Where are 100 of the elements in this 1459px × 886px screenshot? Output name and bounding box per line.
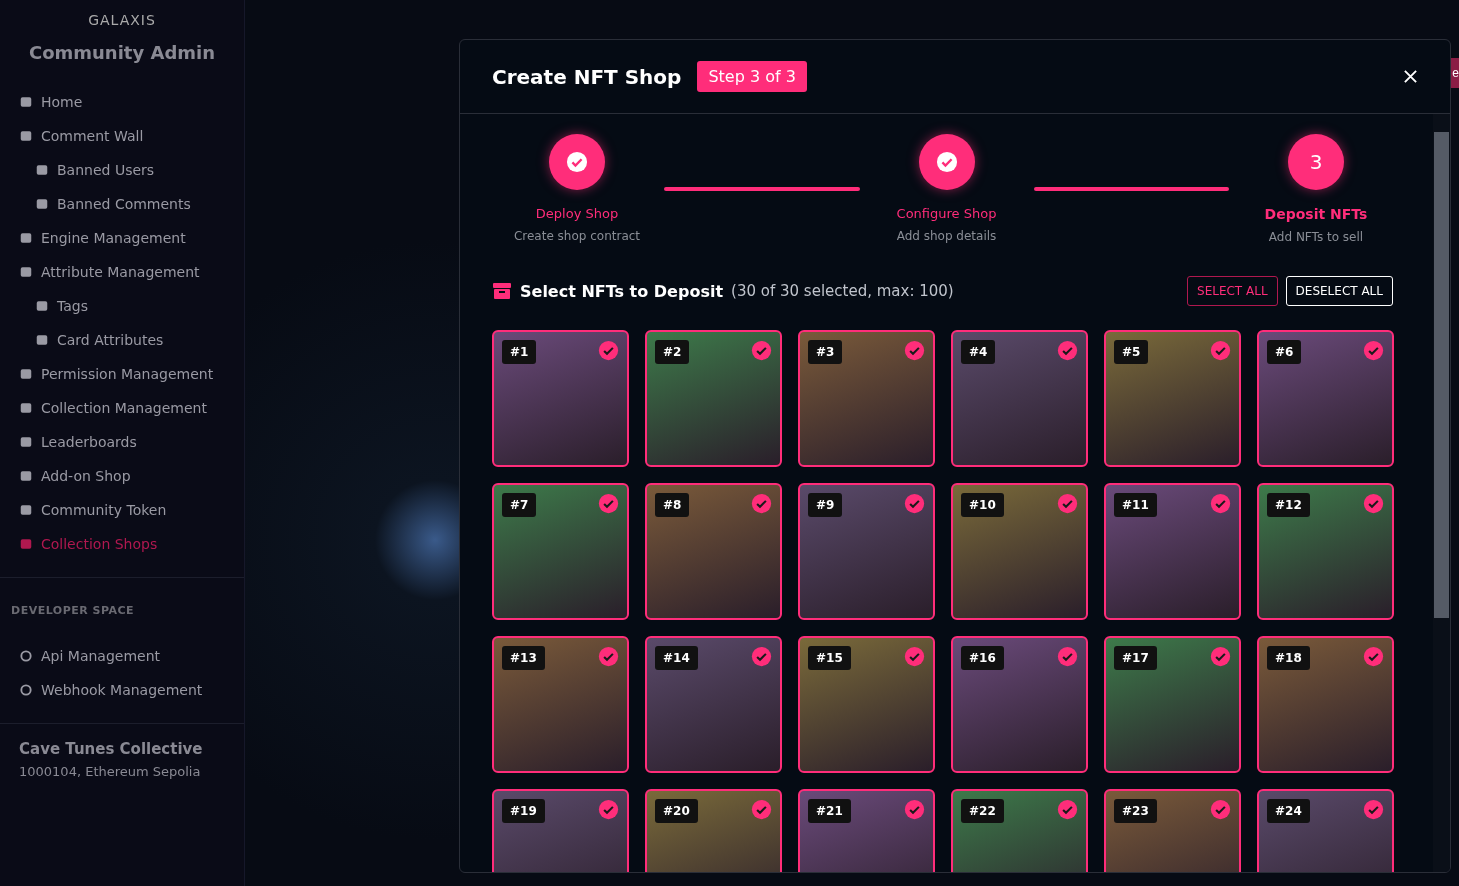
- nft-card[interactable]: #18: [1257, 636, 1394, 773]
- nav-item[interactable]: Collection Management: [19, 391, 207, 425]
- nft-card[interactable]: #14: [645, 636, 782, 773]
- nft-card[interactable]: #8: [645, 483, 782, 620]
- nft-number: #10: [961, 493, 1004, 517]
- step-subtitle: Create shop contract: [513, 229, 641, 243]
- nav-item[interactable]: Home: [19, 85, 83, 119]
- nav-subitem[interactable]: Tags: [19, 289, 88, 323]
- menu-item-icon: [19, 401, 33, 415]
- modal-title: Create NFT Shop: [492, 64, 682, 89]
- selection-count: (30 of 30 selected, max: 100): [731, 282, 954, 300]
- sidebar-title: Community Admin: [28, 42, 215, 63]
- nft-number: #3: [808, 340, 843, 364]
- nft-card[interactable]: #13: [492, 636, 629, 773]
- menu-item-icon: [19, 435, 33, 449]
- nft-card[interactable]: #7: [492, 483, 629, 620]
- nft-card[interactable]: #22: [951, 789, 1088, 872]
- nav-item[interactable]: Engine Management: [19, 221, 186, 255]
- nft-number: #24: [1267, 799, 1310, 823]
- nav-item[interactable]: Api Management: [19, 639, 161, 673]
- check-icon: [935, 151, 958, 173]
- nft-number: #1: [502, 340, 537, 364]
- nft-card[interactable]: #10: [951, 483, 1088, 620]
- nft-number: #22: [961, 799, 1004, 823]
- nav-item[interactable]: Comment Wall: [19, 119, 144, 153]
- menu-item-icon: [19, 537, 33, 551]
- nft-card[interactable]: #21: [798, 789, 935, 872]
- step-title: Deposit NFTs: [1264, 206, 1368, 222]
- nft-number: #18: [1267, 646, 1310, 670]
- nft-number: #11: [1114, 493, 1157, 517]
- step-subtitle: Add NFTs to sell: [1268, 230, 1364, 244]
- step-badge: Step 3 of 3: [697, 61, 807, 92]
- menu-item-icon: [35, 197, 49, 211]
- nft-card[interactable]: #2: [645, 330, 782, 467]
- nft-card[interactable]: #9: [798, 483, 935, 620]
- nft-card[interactable]: #1: [492, 330, 629, 467]
- menu-item-icon: [35, 299, 49, 313]
- nav-item[interactable]: Add-on Shop: [19, 459, 131, 493]
- nft-number: #4: [961, 340, 996, 364]
- nav-item[interactable]: Leaderboards: [19, 425, 137, 459]
- nft-number: #13: [502, 646, 545, 670]
- nft-number: #2: [655, 340, 690, 364]
- nft-card[interactable]: #17: [1104, 636, 1241, 773]
- nft-card[interactable]: #15: [798, 636, 935, 773]
- nft-number: #5: [1114, 340, 1149, 364]
- nav-item[interactable]: Webhook Management: [19, 673, 203, 707]
- menu-item-icon: [35, 333, 49, 347]
- nft-number: #9: [808, 493, 843, 517]
- select-all-button[interactable]: SELECT ALL: [1187, 276, 1278, 306]
- nft-card[interactable]: #16: [951, 636, 1088, 773]
- nav-item[interactable]: Attribute Management: [19, 255, 200, 289]
- nft-number: #21: [808, 799, 851, 823]
- menu-item-icon: [35, 163, 49, 177]
- nft-number: #19: [502, 799, 545, 823]
- nft-number: #15: [808, 646, 851, 670]
- section-title: Select NFTs to Deposit: [520, 281, 724, 301]
- nft-card[interactable]: #6: [1257, 330, 1394, 467]
- nft-number: #7: [502, 493, 537, 517]
- nft-number: #23: [1114, 799, 1157, 823]
- section-heading: DEVELOPER SPACE: [0, 577, 244, 639]
- menu-item-icon: [19, 503, 33, 517]
- menu-item-icon: [19, 129, 33, 143]
- menu-item-icon: [19, 683, 33, 697]
- menu-item-icon: [19, 469, 33, 483]
- nav-item[interactable]: Community Token: [19, 493, 167, 527]
- nft-number: #8: [655, 493, 690, 517]
- nft-card[interactable]: #12: [1257, 483, 1394, 620]
- logo: GALAXIS: [88, 12, 156, 28]
- step-title: Configure Shop: [896, 206, 997, 221]
- nft-card[interactable]: #19: [492, 789, 629, 872]
- menu-item-icon: [19, 231, 33, 245]
- nft-card[interactable]: #23: [1104, 789, 1241, 872]
- menu-item-icon: [19, 95, 33, 109]
- nft-card[interactable]: #3: [798, 330, 935, 467]
- community-details: 1000104, Ethereum Sepolia: [19, 764, 202, 779]
- nav-item[interactable]: Permission Management: [19, 357, 214, 391]
- close-icon[interactable]: [1403, 69, 1418, 84]
- nft-number: #14: [655, 646, 698, 670]
- nav-subitem[interactable]: Banned Comments: [19, 187, 191, 221]
- menu-item-icon: [19, 649, 33, 663]
- menu-item-icon: [19, 265, 33, 279]
- nav-subitem[interactable]: Banned Users: [19, 153, 155, 187]
- community-name: Cave Tunes Collective: [19, 740, 204, 758]
- nft-card[interactable]: #20: [645, 789, 782, 872]
- nft-card[interactable]: #11: [1104, 483, 1241, 620]
- step-subtitle: Add shop details: [896, 229, 997, 243]
- step-number: 3: [1309, 150, 1323, 174]
- nft-number: #20: [655, 799, 698, 823]
- archive-icon: [492, 281, 512, 301]
- check-icon: [566, 151, 588, 173]
- scrollbar[interactable]: [1433, 114, 1450, 872]
- nft-card[interactable]: #24: [1257, 789, 1394, 872]
- nft-number: #12: [1267, 493, 1310, 517]
- nft-card[interactable]: #4: [951, 330, 1088, 467]
- nft-number: #6: [1267, 340, 1302, 364]
- menu-item-icon: [19, 367, 33, 381]
- nft-card[interactable]: #5: [1104, 330, 1241, 467]
- nav-subitem[interactable]: Card Attributes: [19, 323, 164, 357]
- step-title: Deploy Shop: [535, 206, 619, 221]
- deselect-all-button[interactable]: DESELECT ALL: [1285, 276, 1393, 306]
